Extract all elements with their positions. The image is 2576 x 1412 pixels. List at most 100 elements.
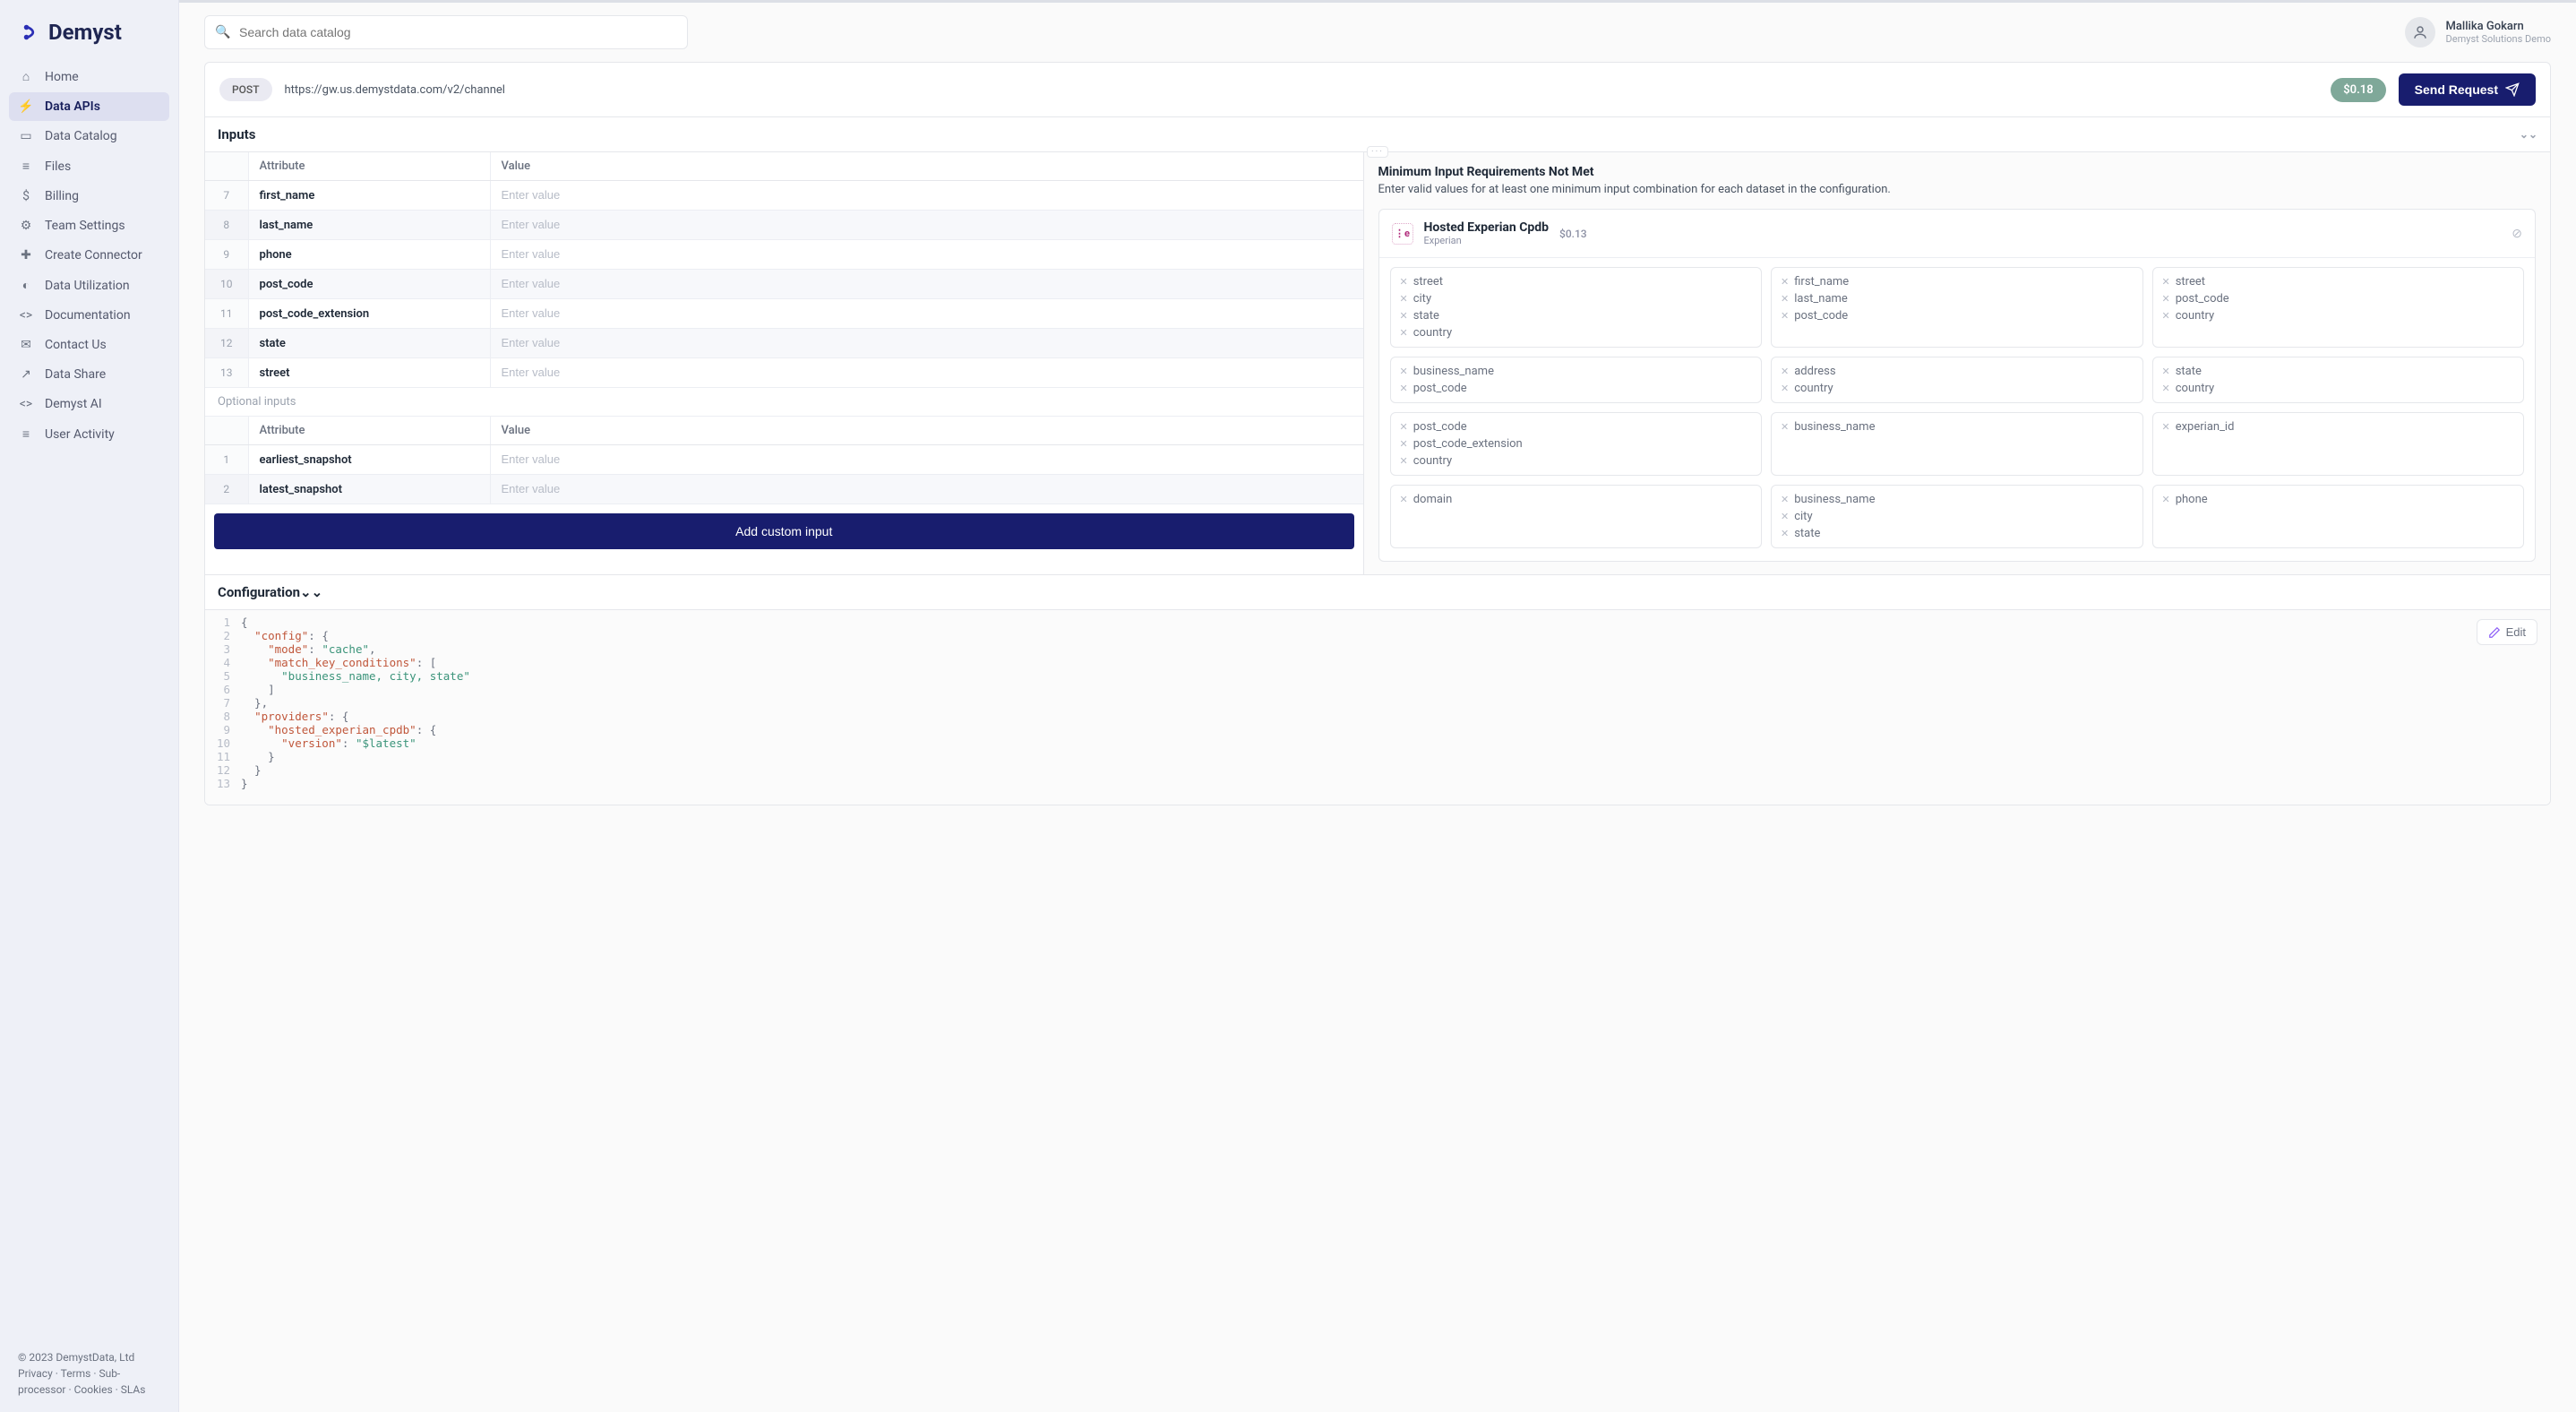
sidebar-item-demyst-ai[interactable]: <>Demyst AI [9,390,169,418]
input-value[interactable] [502,188,1352,202]
search-input[interactable] [204,15,688,49]
logo[interactable]: Demyst [0,0,178,57]
footer-link[interactable]: Terms [61,1367,91,1380]
sidebar-item-data-catalog[interactable]: ▭Data Catalog [9,122,169,151]
send-icon [2505,82,2520,97]
input-value[interactable] [502,306,1352,320]
input-value[interactable] [502,218,1352,231]
x-icon: ✕ [2162,383,2170,394]
input-attr: phone [248,240,490,270]
nav-label: Data Utilization [45,279,130,293]
input-attr: latest_snapshot [248,475,490,504]
user-org: Demyst Solutions Demo [2446,33,2551,45]
provider-price: $0.13 [1559,228,1587,240]
input-row: 1earliest_snapshot [205,445,1363,475]
footer-link[interactable]: Privacy [18,1367,53,1380]
input-attr: post_code [248,270,490,299]
nav-label: Data Catalog [45,129,117,143]
input-row: 7first_name [205,181,1363,211]
user-menu[interactable]: Mallika Gokarn Demyst Solutions Demo [2405,17,2551,47]
x-icon: ✕ [1400,494,1408,505]
http-method: POST [219,78,272,101]
nav-label: Files [45,159,71,174]
input-row: 12state [205,329,1363,358]
nav-label: Create Connector [45,248,142,263]
nav-label: Data APIs [45,99,100,114]
input-attr: state [248,329,490,358]
input-attr: earliest_snapshot [248,445,490,475]
requirement-tag: ✕domain [1400,493,1753,506]
inputs-title: Inputs [218,126,255,142]
requirement-tag: ✕state [1781,527,2134,540]
requirement-tag: ✕street [2162,275,2515,288]
collapse-icon: ⌄⌄ [2520,128,2537,141]
input-value[interactable] [502,452,1352,466]
requirement-group: ✕business_name✕post_code [1390,357,1763,403]
x-icon: ✕ [2162,310,2170,322]
send-request-button[interactable]: Send Request [2399,73,2536,106]
sidebar-item-user-activity[interactable]: ≡User Activity [9,419,169,449]
request-panel: POST https://gw.us.demystdata.com/v2/cha… [204,62,2551,805]
requirement-tag: ✕country [2162,382,2515,395]
send-label: Send Request [2415,82,2498,97]
row-number: 7 [205,181,248,211]
sidebar-item-data-share[interactable]: ↗ Data Share [9,360,169,389]
requirement-tag: ✕first_name [1781,275,2134,288]
nav-icon: ↗ [18,367,34,382]
sidebar-item-home[interactable]: ⌂Home [9,62,169,91]
nav-label: User Activity [45,427,115,442]
row-number: 2 [205,475,248,504]
input-value[interactable] [502,482,1352,495]
collapse-icon: ⌄⌄ [300,584,322,600]
sidebar-item-data-utilization[interactable]: ◐Data Utilization [9,271,169,300]
nav-label: Documentation [45,308,131,323]
requirement-tag: ✕state [2162,365,2515,378]
requirement-group: ✕post_code✕post_code_extension✕country [1390,412,1763,476]
requirement-tag: ✕address [1781,365,2134,378]
nav-icon: ⌂ [18,69,34,84]
sidebar-item-create-connector[interactable]: ✚ Create Connector [9,241,169,270]
topbar: 🔍 Mallika Gokarn Demyst Solutions Demo [179,3,2576,62]
x-icon: ✕ [1400,438,1408,450]
search-wrap: 🔍 [204,15,688,49]
nav-label: Data Share [45,367,106,382]
edit-config-button[interactable]: Edit [2477,619,2537,645]
drag-handle[interactable]: ··· [1367,146,1388,158]
code-line: 12 } [205,763,2550,777]
sidebar-item-files[interactable]: ≡Files [9,151,169,181]
x-icon: ✕ [1781,293,1789,305]
input-attr: post_code_extension [248,299,490,329]
requirement-group: ✕first_name✕last_name✕post_code [1771,267,2143,348]
input-value[interactable] [502,366,1352,379]
footer-link[interactable]: Cookies [74,1383,113,1396]
x-icon: ✕ [1781,511,1789,522]
sidebar-item-billing[interactable]: $Billing [9,182,169,211]
nav-label: Contact Us [45,338,107,352]
code-line: 13} [205,777,2550,790]
code-line: 6 ] [205,683,2550,696]
sidebar-item-team-settings[interactable]: ⚙Team Settings [9,211,169,240]
col-attribute: Attribute [248,152,490,181]
input-value[interactable] [502,277,1352,290]
sidebar-item-data-apis[interactable]: ⚡Data APIs [9,92,169,121]
col-attribute: Attribute [248,417,490,445]
requirement-tag: ✕post_code_extension [1400,437,1753,451]
requirement-group: ✕experian_id [2152,412,2525,476]
sidebar-item-documentation[interactable]: <>Documentation [9,301,169,330]
requirements-panel: Minimum Input Requirements Not Met Enter… [1364,152,2551,574]
footer-link[interactable]: SLAs [121,1383,146,1396]
avatar [2405,17,2435,47]
x-icon: ✕ [1400,293,1408,305]
sidebar-item-contact-us[interactable]: ✉Contact Us [9,331,169,359]
input-value[interactable] [502,336,1352,349]
input-value[interactable] [502,247,1352,261]
requirement-group: ✕business_name [1771,412,2143,476]
x-icon: ✕ [1400,327,1408,339]
config-header[interactable]: Configuration ⌄⌄ [205,574,2550,610]
nav-icon: ✚ [18,248,34,263]
requirement-tag: ✕phone [2162,493,2515,506]
input-row: 10post_code [205,270,1363,299]
code-line: 3 "mode": "cache", [205,642,2550,656]
add-custom-input-button[interactable]: Add custom input [214,513,1354,549]
col-value: Value [490,417,1363,445]
